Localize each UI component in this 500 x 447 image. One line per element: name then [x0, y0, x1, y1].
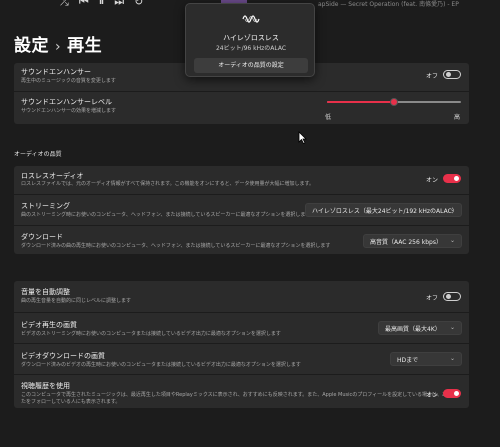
sound-enhancer-level-title: サウンドエンハンサーレベル — [21, 98, 112, 106]
sound-enhancer-toggle[interactable] — [443, 70, 461, 79]
level-low-label: 低 — [325, 114, 332, 121]
now-playing-text: apSide — Secret Operation (feat. 南條愛乃) -… — [318, 1, 459, 8]
video-playback-quality-select[interactable]: 最高画質（最大4K） ⌄ — [378, 321, 462, 335]
sound-enhancer-desc: 再生中のミュージックの音質を変更します — [21, 78, 116, 84]
level-high-label: 高 — [454, 114, 461, 121]
sound-enhancer-title: サウンドエンハンサー — [21, 68, 91, 76]
divider — [14, 374, 469, 375]
video-download-quality-select[interactable]: HDまで ⌄ — [390, 352, 462, 366]
waveform-icon — [242, 15, 260, 23]
auto-volume-desc: 曲の再生音量を自動的に同じレベルに調整します — [21, 298, 132, 304]
lossless-state: オン — [426, 177, 439, 184]
toggle-knob — [446, 72, 451, 77]
download-title: ダウンロード — [21, 233, 63, 241]
history-state: オン — [426, 392, 439, 399]
chevron-down-icon: ⌄ — [449, 206, 455, 213]
breadcrumb-root[interactable]: 設定 — [14, 36, 49, 56]
history-toggle[interactable] — [443, 389, 461, 398]
audio-quality-popup: ハイレゾロスレス 24ビット/96 kHzのALAC オーディオの品質の設定 — [185, 3, 315, 77]
streaming-title: ストリーミング — [21, 202, 70, 210]
video-playback-title: ビデオ再生の画質 — [21, 321, 77, 329]
streaming-desc: 曲のストリーミング時にお使いのコンピュータ、ヘッドフォン、または接続しているスピ… — [21, 212, 311, 218]
breadcrumb-current: 再生 — [67, 36, 103, 56]
previous-icon[interactable]: ⏮ — [79, 0, 89, 8]
streaming-quality-select[interactable]: ハイレゾロスレス（最大24ビット/192 kHzのALAC） ⌄ — [305, 203, 462, 217]
popup-subtitle: 24ビット/96 kHzのALAC — [215, 45, 287, 52]
lossless-toggle[interactable] — [443, 174, 461, 183]
video-playback-desc: ビデオのストリーミング時にお使いのコンピュータまたは接続しているビデオ出力に最適… — [21, 331, 281, 337]
next-icon[interactable]: ⏭ — [114, 0, 124, 8]
auto-volume-state: オフ — [426, 295, 439, 302]
video-playback-quality-value: 最高画質（最大4K） — [385, 325, 441, 333]
breadcrumb-separator-icon: › — [55, 39, 62, 55]
sound-enhancer-state: オフ — [426, 73, 439, 80]
auto-volume-title: 音量を自動調整 — [21, 288, 70, 296]
toggle-knob — [454, 175, 459, 181]
history-title: 視聴履歴を使用 — [21, 382, 70, 390]
repeat-icon[interactable]: ↻ — [134, 0, 143, 8]
divider — [14, 91, 469, 92]
divider — [14, 312, 469, 313]
transport-controls: ⤮ ⏮ ⏸ ⏭ ↻ — [60, 0, 143, 8]
divider — [14, 343, 469, 344]
toggle-knob — [446, 294, 451, 299]
download-quality-value: 高音質（AAC 256 kbps） — [370, 238, 442, 246]
video-download-desc: ダウンロード済みのビデオの再生時にお使いのコンピュータまたは接続しているビデオ出… — [21, 362, 301, 368]
history-desc-line2: たをフォローしている人にも表示されます。 — [21, 399, 121, 405]
download-desc: ダウンロード済みの曲の再生時にお使いのコンピュータ、ヘッドフォン、または接続して… — [21, 243, 331, 249]
download-quality-select[interactable]: 高音質（AAC 256 kbps） ⌄ — [363, 234, 462, 248]
video-download-quality-value: HDまで — [397, 356, 419, 364]
chevron-down-icon: ⌄ — [449, 355, 455, 362]
level-slider-fill — [327, 101, 394, 103]
divider — [14, 225, 469, 226]
shuffle-icon[interactable]: ⤮ — [60, 0, 69, 8]
lossless-desc: ロスレスファイルでは、元のオーディオ情報がすべて保持されます。この機能をオンにす… — [21, 181, 314, 187]
audio-quality-settings-button[interactable]: オーディオの品質の設定 — [194, 58, 308, 73]
sound-enhancer-level-desc: サウンドエンハンサーの効果を増減します — [21, 108, 117, 114]
history-desc-line1: このコンピュータで再生されたミュージックは、最近再生した項目やReplayミック… — [21, 392, 453, 398]
level-slider-thumb[interactable] — [390, 98, 398, 106]
chevron-down-icon: ⌄ — [449, 237, 455, 244]
streaming-quality-value: ハイレゾロスレス（最大24ビット/192 kHzのALAC） — [312, 207, 458, 215]
pause-icon[interactable]: ⏸ — [99, 0, 105, 8]
toggle-knob — [454, 390, 459, 396]
arrow-cursor-icon — [298, 131, 307, 144]
section-header-audio-quality: オーディオの品質 — [14, 151, 62, 158]
page-title: 設定 › 再生 — [14, 31, 102, 56]
divider — [14, 194, 469, 195]
popup-title: ハイレゾロスレス — [223, 34, 279, 42]
chevron-down-icon: ⌄ — [449, 324, 455, 331]
video-download-title: ビデオダウンロードの画質 — [21, 352, 105, 360]
auto-volume-toggle[interactable] — [443, 292, 461, 301]
